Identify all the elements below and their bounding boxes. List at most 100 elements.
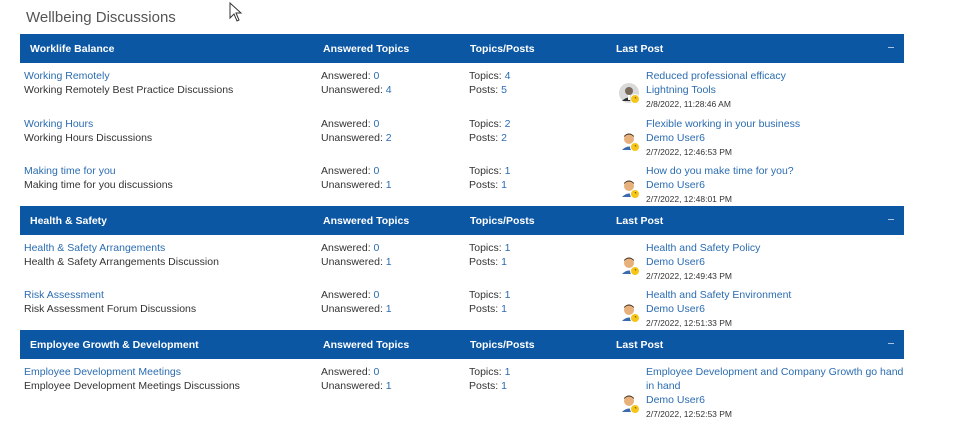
unanswered-count[interactable]: 1 — [386, 380, 392, 392]
column-topics-posts: Topics/Posts — [470, 214, 535, 227]
last-post-user-link[interactable]: Demo User6 — [646, 393, 908, 407]
last-post-title-link[interactable]: Employee Development and Company Growth … — [646, 365, 908, 393]
last-post-user-link[interactable]: Lightning Tools — [646, 83, 908, 97]
unanswered-label: Unanswered: — [321, 131, 383, 144]
last-post-user-link[interactable]: Demo User6 — [646, 302, 908, 316]
last-post-date: 2/7/2022, 12:49:43 PM — [646, 270, 733, 281]
forum-row: Employee Development Meetings Employee D… — [20, 359, 904, 429]
page-title: Wellbeing Discussions — [26, 9, 176, 26]
user-avatar-icon[interactable]: ◔ — [619, 302, 640, 323]
topics-count[interactable]: 1 — [505, 165, 511, 177]
last-post-title-link[interactable]: Health and Safety Environment — [646, 288, 908, 302]
category-header-health-safety[interactable]: Health & Safety Answered Topics Topics/P… — [20, 205, 904, 235]
forum-title-link[interactable]: Health & Safety Arrangements — [24, 241, 219, 255]
forum-row: Health & Safety Arrangements Health & Sa… — [20, 235, 904, 283]
unanswered-count[interactable]: 1 — [386, 256, 392, 268]
answered-count[interactable]: 0 — [374, 165, 380, 177]
collapse-icon[interactable] — [888, 42, 894, 48]
topics-count[interactable]: 1 — [505, 289, 511, 301]
unanswered-label: Unanswered: — [321, 179, 383, 191]
posts-count[interactable]: 1 — [501, 256, 507, 268]
category-name: Worklife Balance — [30, 43, 115, 55]
forum-description: Risk Assessment Forum Discussions — [24, 303, 197, 315]
forum-row: Working Remotely Working Remotely Best P… — [20, 63, 904, 111]
last-post-user-link[interactable]: Demo User6 — [646, 131, 908, 145]
forum-title-link[interactable]: Working Hours — [24, 117, 152, 131]
mouse-cursor-icon — [229, 2, 243, 22]
forum-title-link[interactable]: Employee Development Meetings — [24, 365, 240, 379]
posts-count[interactable]: 2 — [501, 132, 507, 144]
last-post-user-link[interactable]: Demo User6 — [646, 178, 908, 192]
clock-badge-icon: ◔ — [630, 265, 640, 276]
clock-badge-icon: ◔ — [630, 141, 640, 152]
last-post-date: 2/8/2022, 11:28:46 AM — [646, 99, 731, 109]
answered-count[interactable]: 0 — [374, 366, 380, 378]
posts-count[interactable]: 1 — [501, 179, 507, 191]
answered-count[interactable]: 0 — [374, 70, 380, 82]
answered-label: Answered: — [321, 70, 371, 82]
forum-title-link[interactable]: Risk Assessment — [24, 288, 196, 302]
category-header-worklife-balance[interactable]: Worklife Balance Answered Topics Topics/… — [20, 34, 904, 63]
answered-label: Answered: — [321, 289, 371, 301]
topics-count[interactable]: 4 — [505, 70, 511, 82]
forum-title-link[interactable]: Making time for you — [24, 164, 173, 178]
last-post-date: 2/7/2022, 12:46:53 PM — [646, 146, 733, 157]
last-post-user-link[interactable]: Demo User6 — [646, 255, 908, 269]
topics-count[interactable]: 1 — [505, 366, 511, 378]
unanswered-count[interactable]: 4 — [386, 84, 392, 96]
topics-label: Topics: — [469, 70, 502, 82]
topics-label: Topics: — [469, 117, 502, 130]
posts-label: Posts: — [469, 179, 499, 191]
last-post-date: 2/7/2022, 12:51:33 PM — [646, 318, 733, 328]
answered-count[interactable]: 0 — [374, 242, 380, 254]
forum-description: Making time for you discussions — [24, 179, 173, 191]
forum-title-link[interactable]: Working Remotely — [24, 69, 233, 83]
posts-label: Posts: — [469, 379, 499, 392]
man-photo-icon[interactable]: ◔ — [619, 83, 640, 104]
category-name: Employee Growth & Development — [30, 338, 199, 351]
answered-count[interactable]: 0 — [374, 118, 380, 130]
answered-label: Answered: — [321, 165, 371, 177]
forum-description: Working Hours Discussions — [24, 131, 153, 144]
user-avatar-icon[interactable]: ◔ — [619, 130, 640, 152]
user-avatar-icon[interactable]: ◔ — [619, 392, 640, 414]
last-post-title-link[interactable]: Health and Safety Policy — [646, 241, 908, 255]
column-topics-posts: Topics/Posts — [470, 43, 535, 55]
column-answered-topics: Answered Topics — [323, 214, 410, 227]
forum-row: Risk Assessment Risk Assessment Forum Di… — [20, 282, 904, 330]
posts-count[interactable]: 1 — [501, 380, 507, 392]
forum-board: Worklife Balance Answered Topics Topics/… — [20, 34, 904, 429]
topics-count[interactable]: 1 — [505, 242, 511, 254]
column-last-post: Last Post — [616, 338, 664, 351]
user-avatar-icon[interactable]: ◔ — [619, 254, 640, 276]
clock-badge-icon: ◔ — [630, 189, 640, 199]
category-header-employee-growth[interactable]: Employee Growth & Development Answered T… — [20, 329, 904, 359]
answered-count[interactable]: 0 — [374, 289, 380, 301]
collapse-icon[interactable] — [888, 214, 894, 220]
unanswered-label: Unanswered: — [321, 84, 383, 96]
collapse-icon[interactable] — [888, 338, 894, 344]
last-post-date: 2/7/2022, 12:48:01 PM — [646, 194, 733, 204]
column-topics-posts: Topics/Posts — [470, 338, 535, 351]
posts-count[interactable]: 5 — [501, 84, 507, 96]
last-post-title-link[interactable]: Reduced professional efficacy — [646, 69, 908, 83]
forum-description: Working Remotely Best Practice Discussio… — [24, 84, 234, 96]
clock-badge-icon: ◔ — [630, 403, 640, 414]
column-answered-topics: Answered Topics — [323, 43, 410, 55]
last-post-title-link[interactable]: Flexible working in your business — [646, 117, 908, 131]
unanswered-count[interactable]: 1 — [386, 179, 392, 191]
answered-label: Answered: — [321, 365, 371, 378]
posts-label: Posts: — [469, 255, 499, 268]
column-last-post: Last Post — [616, 214, 664, 227]
posts-count[interactable]: 1 — [501, 303, 507, 315]
unanswered-count[interactable]: 2 — [386, 132, 392, 144]
topics-count[interactable]: 2 — [505, 118, 511, 130]
unanswered-label: Unanswered: — [321, 255, 383, 268]
last-post-title-link[interactable]: How do you make time for you? — [646, 164, 908, 178]
column-answered-topics: Answered Topics — [323, 338, 410, 351]
last-post-date: 2/7/2022, 12:52:53 PM — [646, 408, 733, 419]
topics-label: Topics: — [469, 365, 502, 378]
user-avatar-icon[interactable]: ◔ — [619, 178, 640, 199]
unanswered-count[interactable]: 1 — [386, 303, 392, 315]
topics-label: Topics: — [469, 241, 502, 254]
